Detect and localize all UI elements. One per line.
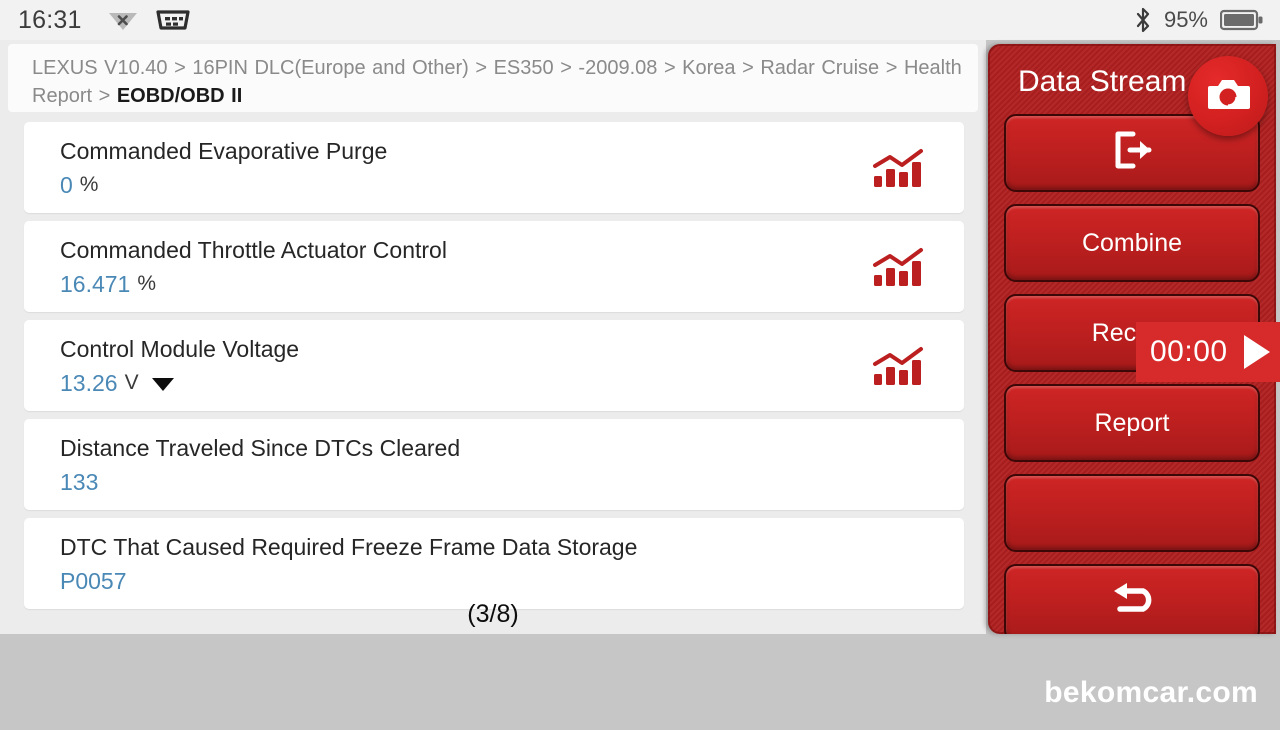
wifi-off-icon — [108, 9, 138, 31]
chart-icon[interactable] — [870, 247, 926, 289]
parameter-value: 133 — [60, 469, 99, 495]
obd-connector-icon — [154, 8, 192, 32]
report-button[interactable]: Report — [1004, 384, 1260, 462]
parameter-value-line: 13.26 V — [60, 369, 944, 397]
parameter-value-line: 0 % — [60, 171, 944, 199]
list-item[interactable]: Commanded Throttle Actuator Control 16.4… — [24, 221, 964, 312]
parameter-name: Commanded Evaporative Purge — [60, 138, 388, 164]
partial-button[interactable] — [1004, 474, 1260, 552]
data-stream-list: Commanded Evaporative Purge 0 % Commande… — [0, 112, 986, 634]
status-bar: 16:31 95% — [0, 0, 1280, 40]
battery-percent-label: 95% — [1163, 7, 1208, 32]
list-item[interactable]: Commanded Evaporative Purge 0 % — [24, 122, 964, 213]
parameter-value-line: 133 — [60, 468, 944, 496]
parameter-name: DTC That Caused Required Freeze Frame Da… — [60, 534, 638, 560]
parameter-value: P0057 — [60, 568, 127, 594]
list-item[interactable]: Control Module Voltage 13.26 V — [24, 320, 964, 411]
combine-button-label: Combine — [1081, 228, 1183, 257]
app-root: 16:31 95% LEXUS V10.40 > 16PIN DLC(Europ… — [0, 0, 1280, 730]
parameter-name: Control Module Voltage — [60, 336, 300, 362]
parameter-unit: % — [79, 173, 99, 196]
watermark: bekomcar.com — [1044, 676, 1258, 709]
report-button-label: Report — [1094, 408, 1170, 437]
status-clock: 16:31 — [18, 5, 82, 34]
chart-icon[interactable] — [870, 148, 926, 190]
chart-icon[interactable] — [870, 346, 926, 388]
parameter-name: Distance Traveled Since DTCs Cleared — [60, 435, 461, 461]
back-arrow-icon — [1103, 578, 1161, 629]
recording-timer-overlay[interactable]: 00:00 — [1136, 322, 1280, 382]
timer-value: 00:00 — [1150, 335, 1228, 368]
screenshot-button[interactable] — [1188, 56, 1268, 136]
combine-button[interactable]: Combine — [1004, 204, 1260, 282]
back-button[interactable] — [1004, 564, 1260, 634]
parameter-value: 0 — [60, 172, 73, 198]
parameter-unit: V — [124, 371, 139, 394]
bluetooth-icon — [1134, 7, 1152, 33]
parameter-value-line: 16.471 % — [60, 270, 944, 298]
status-left-icons — [108, 8, 192, 32]
play-icon[interactable] — [1243, 335, 1270, 369]
breadcrumb[interactable]: LEXUS V10.40 > 16PIN DLC(Europe and Othe… — [8, 44, 978, 112]
breadcrumb-area: LEXUS V10.40 > 16PIN DLC(Europe and Othe… — [0, 40, 986, 112]
list-item[interactable]: DTC That Caused Required Freeze Frame Da… — [24, 518, 964, 609]
exit-icon — [1109, 128, 1155, 179]
breadcrumb-current: EOBD/OBD II — [116, 85, 243, 107]
parameter-value: 16.471 — [60, 271, 131, 297]
battery-icon — [1220, 9, 1264, 31]
parameter-unit: % — [137, 272, 157, 295]
parameter-name: Commanded Throttle Actuator Control — [60, 237, 447, 263]
list-item[interactable]: Distance Traveled Since DTCs Cleared 133 — [24, 419, 964, 510]
chevron-down-icon[interactable] — [151, 377, 174, 391]
camera-icon — [1206, 77, 1250, 116]
status-right-icons: 95% — [1134, 7, 1264, 33]
parameter-value: 13.26 — [60, 370, 118, 396]
parameter-value-line: P0057 — [60, 567, 944, 595]
